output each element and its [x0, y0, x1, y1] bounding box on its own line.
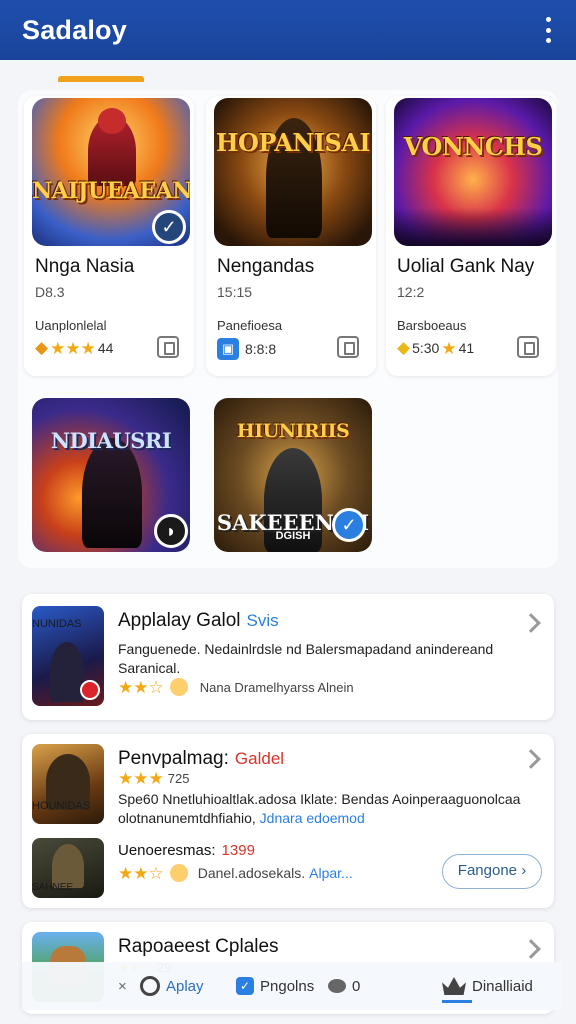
- game-badge-icon: ◗: [154, 514, 188, 548]
- list-title: Applalay Galol Svis: [118, 610, 279, 631]
- app-title: Sadaloy: [22, 14, 127, 45]
- game-rating: ▣ 8:8:8: [217, 338, 276, 360]
- game-thumbnail[interactable]: VONNCHS: [394, 98, 552, 246]
- game-art-title: NAIJUEAEAN: [32, 178, 190, 204]
- list-thumbnail[interactable]: SAHNEE: [32, 838, 104, 898]
- list-thumbnail[interactable]: HOUNIDAS: [32, 744, 104, 824]
- more-menu-icon[interactable]: [540, 17, 556, 43]
- description-link[interactable]: Jdnara edoemod: [260, 810, 365, 826]
- share-icon[interactable]: [157, 336, 179, 358]
- game-subtitle: 15:15: [217, 284, 253, 300]
- game-card[interactable]: VONNCHS Uolial Gank Nay 12:2 Barsboeaus …: [386, 96, 556, 376]
- list-tag: Svis: [246, 611, 279, 630]
- active-nav-indicator: [442, 1000, 472, 1003]
- game-art-title: HOPANISAI: [215, 128, 371, 157]
- game-thumbnail[interactable]: NDIAUSRI ◗: [32, 398, 190, 552]
- star-icon: ★★★: [118, 769, 164, 788]
- programs-nav-item[interactable]: ✓ Pngolns: [236, 977, 314, 995]
- arrow-icon[interactable]: [521, 749, 541, 769]
- star-icon: ★★☆: [118, 863, 164, 883]
- list-title: Penvpalmag: Galdel: [118, 748, 285, 769]
- game-thumbnail[interactable]: HIUNIRIIS SAKEEEN DI DGISH ✓: [214, 398, 372, 552]
- game-subtitle: 12:2: [397, 284, 425, 300]
- game-rating: ◆ ★★★ 44: [35, 338, 114, 358]
- thumb-art-title: NUNIDAS: [32, 618, 82, 630]
- share-icon[interactable]: [337, 336, 359, 358]
- list-description: Spe60 Nnetluhioaltlak.adosa Iklate: Bend…: [118, 791, 521, 826]
- game-name: Nengandas: [217, 256, 315, 277]
- comments-nav-item[interactable]: 0: [328, 978, 360, 995]
- game-thumbnail[interactable]: NAIJUEAEAN ✓: [32, 98, 190, 246]
- game-name: Uolial Gank Nay: [397, 256, 535, 277]
- arrow-right-icon: ›: [521, 862, 527, 879]
- game-category: Panefioesa: [217, 318, 283, 333]
- comment-icon: [328, 979, 346, 993]
- list-meta: ★★☆ Nana Dramelhyarss Alnein: [118, 677, 354, 697]
- list-description: Fanguenede. Nedainlrdsle nd Balersmapada…: [118, 641, 494, 676]
- verified-badge-icon: ✓: [332, 508, 366, 542]
- game-name: Nnga Nasia: [35, 256, 135, 277]
- game-category: Barsboeaus: [397, 318, 467, 333]
- list-tag: Galdel: [234, 749, 285, 768]
- list-thumbnail[interactable]: NUNIDAS: [32, 606, 104, 706]
- list-title: Rapoaeest Cplales: [118, 936, 279, 957]
- thumb-art-title: HOUNIDAS: [32, 800, 91, 812]
- game-rating: ◆ 5:30 ★ 41: [397, 338, 475, 358]
- game-logo-icon: [80, 680, 100, 700]
- download-nav-item[interactable]: Dinalliaid: [442, 977, 533, 995]
- emoji-icon: [169, 678, 188, 696]
- arrow-icon[interactable]: [521, 939, 541, 959]
- thumb-art-title: SAHNEE: [32, 882, 74, 893]
- game-art-title: VONNCHS: [403, 132, 543, 161]
- app-bar: Sadaloy: [0, 0, 576, 60]
- arrow-icon[interactable]: [521, 613, 541, 633]
- game-art-title: NDIAUSRI: [50, 428, 172, 453]
- game-card[interactable]: HOPANISAI Nengandas 15:15 Panefioesa ▣ 8…: [206, 96, 376, 376]
- emoji-icon: [169, 864, 188, 882]
- app-badge-icon: ▣: [217, 338, 239, 360]
- bottom-nav: × Aplay ✓ Pngolns 0 Dinalliaid: [22, 962, 562, 1010]
- close-button[interactable]: ×: [118, 978, 127, 995]
- share-icon[interactable]: [517, 336, 539, 358]
- tab-indicator: [58, 76, 144, 82]
- game-art-title: HIUNIRIIS: [236, 420, 350, 442]
- star-icon: ★: [441, 338, 457, 358]
- game-card[interactable]: NAIJUEAEAN ✓ Nnga Nasia D8.3 Uanplonlela…: [24, 96, 194, 376]
- star-icon: ★★★: [50, 338, 96, 358]
- sub-item-title: Uenoeresmas: 1399: [118, 842, 255, 859]
- list-item[interactable]: HOUNIDAS Penvpalmag: Galdel ★★★ 725 Spe60…: [22, 734, 554, 908]
- apply-icon: [140, 976, 160, 996]
- apply-nav-item[interactable]: Aplay: [140, 976, 204, 996]
- badge-icon: ◆: [397, 338, 411, 357]
- action-button[interactable]: Fangone ›: [442, 854, 542, 889]
- list-rating: ★★★ 725: [118, 769, 190, 788]
- list-item[interactable]: NUNIDAS Applalay Galol Svis Fanguenede. N…: [22, 594, 554, 720]
- star-icon: ★★☆: [118, 677, 164, 697]
- game-thumbnail[interactable]: HOPANISAI: [214, 98, 372, 246]
- verified-badge-icon: ✓: [152, 210, 186, 244]
- sub-item-meta: ★★☆ Danel.adosekals. Alpar...: [118, 863, 353, 883]
- game-subtitle: D8.3: [35, 284, 65, 300]
- sub-item-link[interactable]: Alpar...: [309, 865, 353, 881]
- game-category: Uanplonlelal: [35, 318, 107, 333]
- crown-icon: [442, 977, 466, 995]
- sub-item-tag: 1399: [221, 842, 255, 859]
- check-icon: ✓: [236, 977, 254, 995]
- badge-icon: ◆: [35, 338, 49, 357]
